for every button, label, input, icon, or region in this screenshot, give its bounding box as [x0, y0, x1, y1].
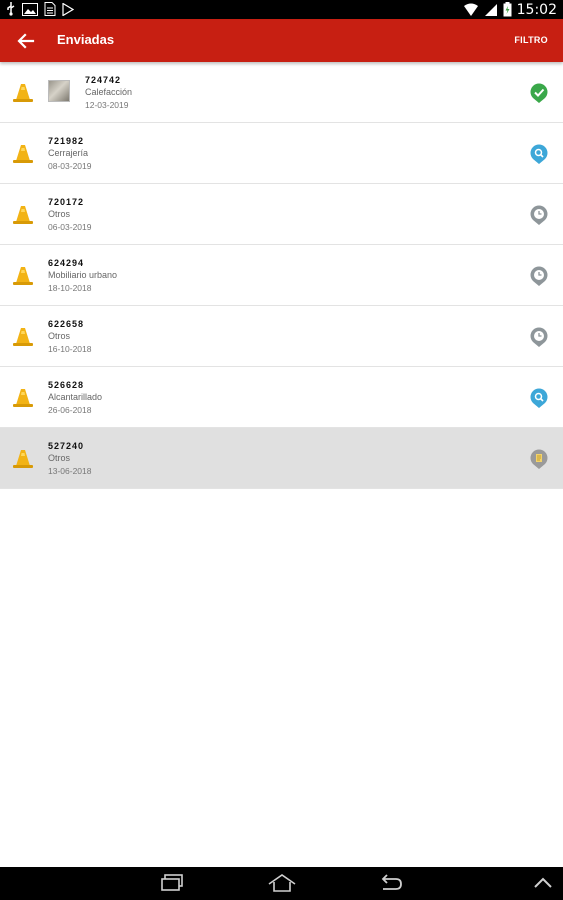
item-date: 12-03-2019 [85, 100, 129, 110]
status-in-progress-icon [529, 387, 549, 409]
document-icon [44, 2, 56, 16]
item-date: 26-06-2018 [48, 405, 92, 415]
status-resolved-icon [529, 82, 549, 104]
page-title: Enviadas [57, 32, 115, 47]
filter-button[interactable]: FILTRO [514, 35, 548, 45]
wifi-icon [463, 3, 478, 16]
status-pending-icon [529, 326, 549, 348]
back-button[interactable] [14, 29, 38, 53]
item-text: 527240 Otros 13-06-2018 [48, 440, 91, 478]
traffic-cone-icon [12, 265, 34, 287]
item-category: Mobiliario urbano [48, 270, 118, 280]
item-id: 721982 [48, 136, 85, 146]
recent-apps-button[interactable] [160, 873, 186, 898]
list-item[interactable]: 526628 Alcantarillado 26-06-2018 [0, 367, 563, 428]
item-date: 06-03-2019 [48, 222, 92, 232]
notification-icons [6, 2, 74, 16]
battery-charging-icon [503, 2, 512, 17]
item-category: Otros [48, 331, 71, 341]
incident-list: 724742 Calefacción 12-03-2019 721982 Cerraje… [0, 62, 563, 489]
item-category: Alcantarillado [48, 392, 103, 402]
traffic-cone-icon [12, 448, 34, 470]
traffic-cone-icon [12, 326, 34, 348]
image-icon [22, 2, 38, 16]
list-item[interactable]: 724742 Calefacción 12-03-2019 [0, 62, 563, 123]
list-item[interactable]: 527240 Otros 13-06-2018 [0, 428, 563, 489]
arrow-left-icon [17, 33, 35, 49]
item-id: 624294 [48, 258, 85, 268]
system-indicators: 15:02 [463, 0, 557, 19]
status-pending-icon [529, 204, 549, 226]
list-item[interactable]: 622658 Otros 16-10-2018 [0, 306, 563, 367]
item-id: 720172 [48, 197, 85, 207]
traffic-cone-icon [12, 204, 34, 226]
status-rejected-icon [529, 448, 549, 470]
menu-expand-button[interactable] [532, 873, 554, 898]
item-date: 13-06-2018 [48, 466, 92, 476]
item-date: 18-10-2018 [48, 283, 92, 293]
app-bar: Enviadas FILTRO [0, 19, 563, 62]
item-text: 721982 Cerrajería 08-03-2019 [48, 135, 91, 173]
item-category: Otros [48, 453, 71, 463]
item-category: Calefacción [85, 87, 133, 97]
item-date: 08-03-2019 [48, 161, 92, 171]
recent-apps-icon [161, 874, 183, 891]
list-item[interactable]: 624294 Mobiliario urbano 18-10-2018 [0, 245, 563, 306]
photo-thumbnail [48, 80, 70, 102]
navigation-bar [0, 867, 563, 900]
item-id: 724742 [85, 75, 122, 85]
back-nav-button[interactable] [378, 873, 404, 898]
item-text: 526628 Alcantarillado 26-06-2018 [48, 379, 102, 417]
back-icon [381, 874, 402, 890]
item-id: 526628 [48, 380, 85, 390]
item-text: 624294 Mobiliario urbano 18-10-2018 [48, 257, 117, 295]
list-item[interactable]: 721982 Cerrajería 08-03-2019 [0, 123, 563, 184]
home-icon [268, 874, 296, 892]
chevron-up-icon [534, 877, 552, 888]
item-text: 622658 Otros 16-10-2018 [48, 318, 91, 356]
item-text: 724742 Calefacción 12-03-2019 [85, 74, 132, 112]
usb-icon [7, 2, 15, 16]
traffic-cone-icon [12, 387, 34, 409]
traffic-cone-icon [12, 143, 34, 165]
status-in-progress-icon [529, 143, 549, 165]
item-text: 720172 Otros 06-03-2019 [48, 196, 91, 234]
status-bar: 15:02 [0, 0, 563, 19]
list-item[interactable]: 720172 Otros 06-03-2019 [0, 184, 563, 245]
status-pending-icon [529, 265, 549, 287]
signal-icon [484, 3, 497, 16]
item-date: 16-10-2018 [48, 344, 92, 354]
clock: 15:02 [516, 1, 557, 18]
item-id: 622658 [48, 319, 85, 329]
item-category: Otros [48, 209, 71, 219]
home-button[interactable] [266, 873, 298, 898]
item-id: 527240 [48, 441, 85, 451]
play-store-icon [62, 2, 74, 16]
item-category: Cerrajería [48, 148, 89, 158]
traffic-cone-icon [12, 82, 34, 104]
